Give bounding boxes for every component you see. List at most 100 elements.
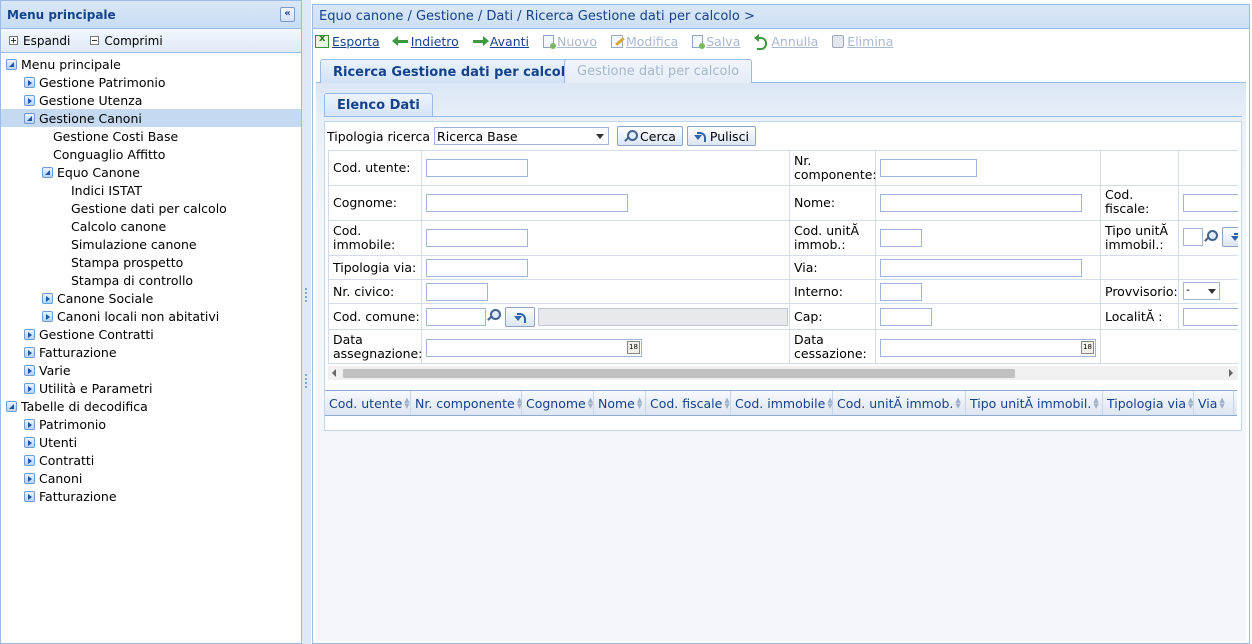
nr-civico-input[interactable] [426, 283, 488, 301]
edit-button[interactable]: Modifica [610, 34, 678, 49]
data-assegnazione-input[interactable] [426, 339, 642, 357]
sort-icon[interactable]: ▲ ▼ [637, 397, 643, 410]
sort-icon[interactable]: ▲ ▼ [1093, 397, 1099, 410]
tab-gestione-dati[interactable]: Gestione dati per calcolo [564, 59, 753, 83]
grid-column-header[interactable]: Cod. utente ▲ ▼ [325, 391, 411, 415]
collapsed-node-icon[interactable] [24, 490, 35, 502]
tree-node[interactable]: Gestione Canoni [1, 109, 301, 127]
provvisorio-select[interactable]: - [1183, 282, 1220, 300]
grid-column-header[interactable]: Cognome ▲ ▼ [522, 391, 594, 415]
tree-node[interactable]: Canone Sociale [1, 289, 301, 307]
tree-node[interactable]: Equo Canone [1, 163, 301, 181]
tree-node[interactable]: Utenti [1, 433, 301, 451]
nr-componente-input[interactable] [880, 159, 977, 177]
collapsed-node-icon[interactable] [24, 364, 35, 376]
cap-input[interactable] [880, 308, 932, 326]
expanded-node-icon[interactable] [24, 112, 35, 124]
tree-node[interactable]: Fatturazione [1, 343, 301, 361]
tab-elenco-dati[interactable]: Elenco Dati [324, 93, 433, 117]
grid-column-header[interactable]: Nome ▲ ▼ [594, 391, 646, 415]
tree-node[interactable]: Fatturazione [1, 487, 301, 505]
via-input[interactable] [880, 259, 1082, 277]
cod-unita-input[interactable] [880, 229, 922, 247]
new-button[interactable]: Nuovo [543, 34, 597, 49]
cancel-button[interactable]: Annulla [754, 33, 818, 50]
grid-column-header[interactable]: Nr. componente ▲ ▼ [411, 391, 522, 415]
grid-column-header[interactable]: Via ▲ ▼ [1194, 391, 1234, 415]
tree-node[interactable]: Varie [1, 361, 301, 379]
collapsed-node-icon[interactable] [42, 292, 53, 304]
tree-node[interactable]: Contratti [1, 451, 301, 469]
delete-button[interactable]: Elimina [832, 34, 893, 49]
tree-node[interactable]: Canoni [1, 469, 301, 487]
expand-all-button[interactable]: Espandi [9, 34, 70, 48]
expanded-node-icon[interactable] [42, 166, 53, 178]
tipo-unita-reset-button[interactable] [1222, 227, 1238, 247]
scroll-right-icon[interactable] [1229, 369, 1233, 377]
tree-node[interactable]: Stampa di controllo [1, 271, 301, 289]
collapsed-node-icon[interactable] [24, 76, 35, 88]
nome-input[interactable] [880, 194, 1082, 212]
save-button[interactable]: Salva [692, 34, 740, 49]
magnifier-icon[interactable] [1204, 230, 1218, 242]
tree-node[interactable]: Gestione Contratti [1, 325, 301, 343]
collapsed-node-icon[interactable] [24, 454, 35, 466]
tree-node[interactable]: Canoni locali non abitativi [1, 307, 301, 325]
collapsed-node-icon[interactable] [24, 382, 35, 394]
tree-node[interactable]: Utilità e Parametri [1, 379, 301, 397]
grid-column-header[interactable]: Cod. unitĂ immob. ▲ ▼ [833, 391, 966, 415]
search-type-select[interactable]: Ricerca Base [434, 127, 610, 145]
calendar-icon[interactable]: 18 [1081, 341, 1094, 354]
tree-node[interactable]: Gestione Costi Base [1, 127, 301, 145]
export-button[interactable]: Esporta [315, 33, 380, 49]
tree-node[interactable]: Gestione dati per calcolo [1, 199, 301, 217]
cognome-input[interactable] [426, 194, 628, 212]
collapsed-node-icon[interactable] [24, 418, 35, 430]
tree-node[interactable]: Patrimonio [1, 415, 301, 433]
tab-ricerca[interactable]: Ricerca Gestione dati per calcolo [320, 59, 588, 84]
tree-node[interactable]: Calcolo canone [1, 217, 301, 235]
sort-icon[interactable]: ▲ ▼ [724, 397, 730, 410]
expanded-node-icon[interactable] [6, 58, 17, 70]
cod-utente-input[interactable] [426, 159, 528, 177]
collapsed-node-icon[interactable] [42, 310, 53, 322]
cod-fiscale-input[interactable] [1183, 194, 1238, 212]
sort-icon[interactable]: ▲ ▼ [955, 397, 961, 410]
data-cessazione-input[interactable] [880, 339, 1096, 357]
tree-node[interactable]: Menu principale [1, 55, 301, 73]
collapse-sidebar-icon[interactable]: « [280, 7, 295, 22]
interno-input[interactable] [880, 283, 922, 301]
search-button[interactable]: Cerca [617, 126, 683, 146]
collapsed-node-icon[interactable] [24, 328, 35, 340]
tree-node[interactable]: Stampa prospetto [1, 253, 301, 271]
tree-node[interactable]: Gestione Patrimonio [1, 73, 301, 91]
tipologia-via-input[interactable] [426, 259, 528, 277]
sort-icon[interactable]: ▲ ▼ [827, 397, 832, 410]
sort-icon[interactable]: ▲ ▼ [404, 397, 410, 410]
collapse-all-button[interactable]: Comprimi [90, 34, 163, 48]
tree-node[interactable]: Simulazione canone [1, 235, 301, 253]
sort-icon[interactable]: ▲ ▼ [588, 397, 593, 410]
collapsed-node-icon[interactable] [24, 94, 35, 106]
calendar-icon[interactable]: 18 [627, 341, 640, 354]
expanded-node-icon[interactable] [6, 400, 17, 412]
panel-splitter[interactable] [302, 0, 311, 644]
grid-column-header[interactable]: Tipo unitĂ immobil. ▲ ▼ [966, 391, 1103, 415]
clear-button[interactable]: Pulisci [686, 126, 756, 146]
collapsed-node-icon[interactable] [24, 346, 35, 358]
grid-column-header[interactable]: Cod. immobile ▲ ▼ [731, 391, 833, 415]
scroll-thumb[interactable] [343, 369, 1015, 378]
forward-button[interactable]: Avanti [472, 34, 529, 49]
tree-node[interactable]: Gestione Utenza [1, 91, 301, 109]
tree-node[interactable]: Tabelle di decodifica [1, 397, 301, 415]
tipo-unita-input[interactable] [1183, 228, 1203, 246]
scroll-left-icon[interactable] [332, 369, 336, 377]
localita-input[interactable] [1183, 308, 1238, 326]
tree-node[interactable]: Indici ISTAT [1, 181, 301, 199]
cod-comune-input[interactable] [426, 308, 486, 326]
collapsed-node-icon[interactable] [24, 436, 35, 448]
grid-column-header[interactable]: Tipologia via ▲ ▼ [1103, 391, 1194, 415]
collapsed-node-icon[interactable] [24, 472, 35, 484]
sort-icon[interactable]: ▲ ▼ [1188, 397, 1193, 410]
magnifier-icon[interactable] [487, 309, 501, 321]
